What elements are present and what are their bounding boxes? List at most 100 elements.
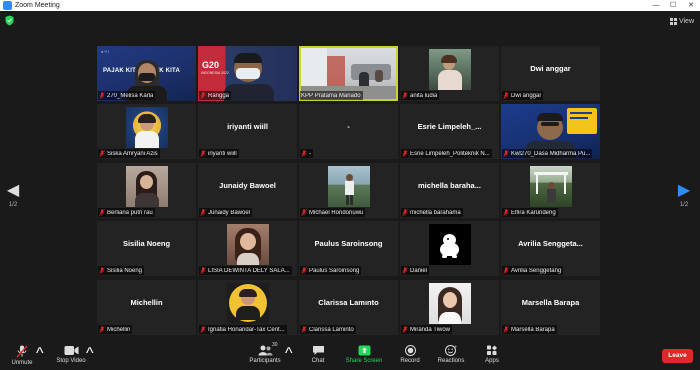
participant-display-name: Paulus Saroinsong [314,239,383,248]
maximize-button[interactable]: ☐ [665,0,681,11]
muted-microphone-icon [16,345,28,358]
participant-display-name: Clarissa Lamınto [318,298,379,307]
chevron-right-icon: ▶ [677,182,691,199]
video-options-caret[interactable]: ^ [86,345,94,363]
stop-video-button[interactable]: Stop Video [54,345,88,364]
close-button[interactable]: ✕ [683,0,699,11]
muted-microphone-icon [301,267,307,274]
participant-name: Dwi anggar [511,92,542,99]
share-screen-button[interactable]: Share Screen [344,345,384,364]
participant-name: Clarissa Laminto [309,326,354,333]
video-tile-ignatia[interactable]: Ignatia Honandar-Tax Cent... [198,280,297,335]
video-tile-lisia[interactable]: LISIA DEWINTA DELY SALA... [198,221,297,276]
participant-name-plate: Ignatia Honandar-Tax Cent... [199,325,287,334]
meeting-top-strip: View [0,11,700,33]
zoom-app-icon [3,1,12,10]
video-tile-siska[interactable]: Siska Amryani Azis [97,104,196,159]
participant-name-plate: Berliana putri rau [98,208,155,217]
profile-photo [428,49,471,90]
participant-name: Avrilia Senggetang [511,267,562,274]
video-tile-avrilia[interactable]: Avrilia Senggeta... Avrilia Senggetang [501,221,600,276]
muted-microphone-icon [200,326,206,333]
participant-display-name: michella barahа... [418,181,481,190]
participant-name: LISIA DEWINTA DELY SALA... [208,267,290,274]
participant-name-plate: Michael Rondonuwu [300,208,366,217]
reactions-button[interactable]: + Reactions [436,345,466,364]
chat-button[interactable]: Chat [308,345,328,364]
participant-name-plate: Kwl270_Dasa Midharma Pu... [502,149,593,158]
video-tile-melisa[interactable]: PAJAK KITA UNTUK KITA ● PJ 270_Melisa Ka… [97,46,196,101]
video-tile-berliana[interactable]: Berliana putri rau [97,163,196,218]
audio-options-caret[interactable]: ^ [36,345,44,363]
muted-microphone-icon [99,209,105,216]
muted-microphone-icon [99,150,105,157]
encryption-shield-icon[interactable] [5,15,14,26]
g20-logo-text: G20 [202,60,220,70]
video-tile-kwl[interactable]: Kwl270_Dasa Midharma Pu... [501,104,600,159]
video-tile-sisilia[interactable]: Sisilia Noeng Sisilia Noeng [97,221,196,276]
video-tile-iriyanti[interactable]: iriyanti wiill iriyanti wiill [198,104,297,159]
record-button[interactable]: Record [398,345,422,364]
video-tile-kpp-active-speaker[interactable]: KPP Pratama Manado [299,46,398,101]
meeting-toolbar: Unmute ^ Stop Video ^ Participants 30 ^ … [0,341,700,370]
video-tile-elfira[interactable]: Elfira Karundeng [501,163,600,218]
muted-microphone-icon [503,92,509,99]
video-tile-dash[interactable]: - - [299,104,398,159]
apps-button[interactable]: Apps [482,345,502,364]
participant-name: michella barahama [410,209,461,216]
window-title-bar: Zoom Meeting — ☐ ✕ [0,0,700,11]
muted-microphone-icon [99,92,105,99]
participant-name-plate: Paulus Saroinsong [300,266,362,275]
video-tile-dwi[interactable]: Dwi anggar Dwi anggar [501,46,600,101]
muted-microphone-icon [200,92,206,99]
muted-microphone-icon [402,267,408,274]
participant-name-plate: Daniel [401,266,430,275]
minimize-button[interactable]: — [648,0,664,11]
smiley-icon: + [445,345,457,356]
video-tile-daniel[interactable]: Daniel [400,221,499,276]
chat-label: Chat [311,358,325,364]
participant-name-plate: Siska Amryani Azis [98,149,160,158]
participant-name: Rangga [208,92,230,99]
muted-microphone-icon [301,209,307,216]
muted-microphone-icon [301,150,307,157]
participant-name: Esrie Limpeleh_Politeknik N... [410,150,490,157]
video-tile-junaidy[interactable]: Junaidy Bawoel Junaidy Bawoel [198,163,297,218]
participant-name-plate: - [300,149,313,158]
video-tile-paulus[interactable]: Paulus Saroinsong Paulus Saroinsong [299,221,398,276]
muted-microphone-icon [402,209,408,216]
participant-name-plate: Miranda Tiwow [401,325,453,334]
svg-text:+: + [454,345,457,349]
next-page-button[interactable]: ▶ 1/2 [674,182,694,209]
participants-options-caret[interactable]: ^ [285,345,293,363]
profile-photo [226,224,269,265]
previous-page-button[interactable]: ◀ 1/2 [3,183,23,209]
video-tile-michellin[interactable]: Michellin Michellin [97,280,196,335]
participant-display-name: Esrie Limpeleh_... [417,122,482,131]
record-label: Record [400,358,420,364]
video-tile-michael[interactable]: Michael Rondonuwu [299,163,398,218]
video-tile-anita[interactable]: anita ludia [400,46,499,101]
view-button[interactable]: View [669,14,694,28]
page-indicator-right: 1/2 [679,202,689,208]
participant-name-plate: Esrie Limpeleh_Politeknik N... [401,149,492,158]
participant-name: Elfira Karundeng [511,209,556,216]
participant-display-name: Avrilia Senggeta... [518,239,583,248]
video-tile-clarissa[interactable]: Clarissa Lamınto Clarissa Laminto [299,280,398,335]
unmute-button[interactable]: Unmute [10,345,34,366]
video-tile-esrie[interactable]: Esrie Limpeleh_... Esrie Limpeleh_Polite… [400,104,499,159]
unmute-label: Unmute [11,360,33,366]
participants-icon [258,345,272,356]
video-tile-michella[interactable]: michella barahа... michella barahama [400,163,499,218]
leave-button[interactable]: Leave [662,349,693,363]
participant-display-name: Dwi anggar [530,64,571,73]
participant-name-plate: Sisilia Noeng [98,266,145,275]
apps-label: Apps [485,358,499,364]
profile-photo [125,166,168,207]
video-tile-rangga[interactable]: G20 INDONESIA 2022 Rangga [198,46,297,101]
video-tile-marsella[interactable]: Marsella Barapa Marsella Barapa [501,280,600,335]
muted-microphone-icon [200,209,206,216]
video-tile-miranda[interactable]: Miranda Tiwow [400,280,499,335]
participant-name: 270_Melisa Karla [107,92,154,99]
participant-display-name: Junaidy Bawoel [219,181,276,190]
